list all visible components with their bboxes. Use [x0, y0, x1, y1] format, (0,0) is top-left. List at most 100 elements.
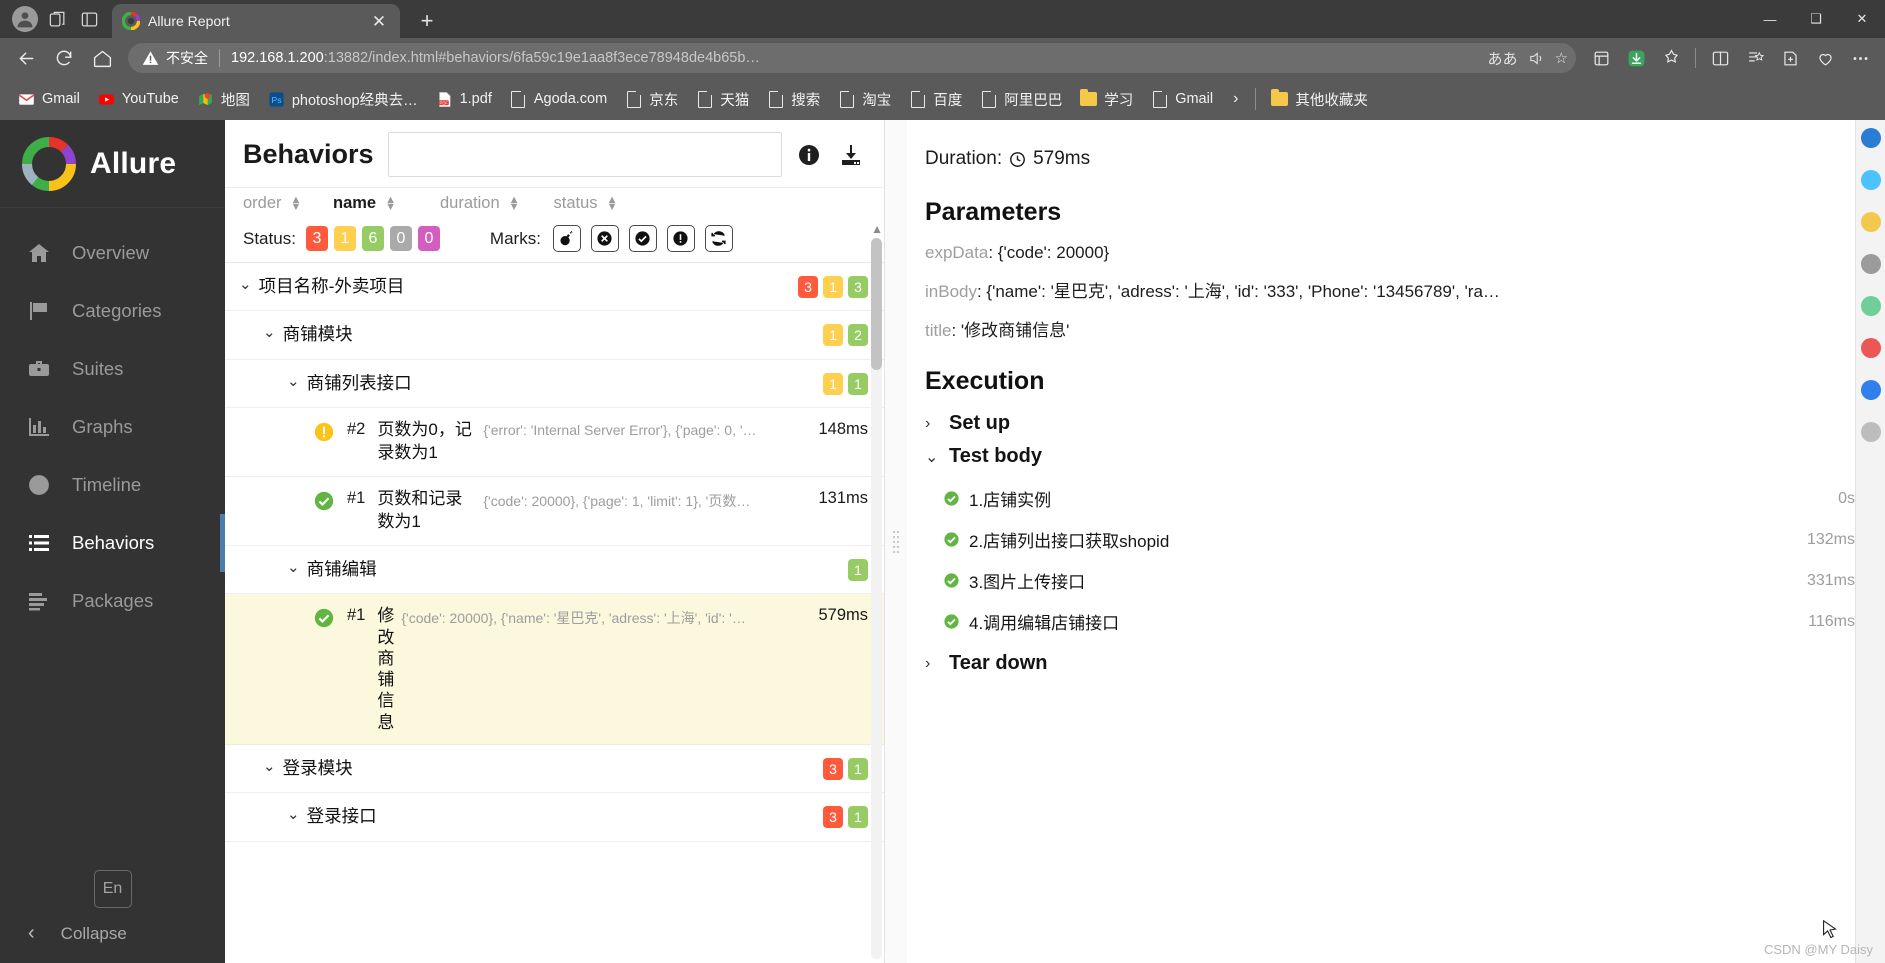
bookmark-item[interactable]: 地图 [189, 85, 258, 114]
sidebar-item-suites[interactable]: Suites [0, 340, 225, 398]
bookmark-item[interactable]: 阿里巴巴 [972, 85, 1070, 114]
collapse-button[interactable]: ‹ Collapse [0, 922, 225, 945]
home-icon[interactable] [84, 42, 120, 74]
extensions-icon[interactable] [1654, 42, 1688, 74]
edge-office-icon[interactable] [1860, 338, 1881, 358]
status-pill-skipped[interactable]: 0 [389, 226, 412, 251]
edge-shopping-icon[interactable] [1860, 212, 1881, 232]
new-tab-button[interactable]: + [414, 8, 440, 34]
bookmark-item[interactable]: 天猫 [688, 85, 757, 114]
split-pane-icon[interactable] [76, 6, 102, 32]
bookmark-item[interactable]: Gmail [10, 87, 88, 112]
bookmark-item[interactable]: 百度 [901, 85, 970, 114]
edge-games-icon[interactable] [1860, 296, 1881, 316]
favorites-icon[interactable] [1738, 42, 1772, 74]
failed-x-icon[interactable] [590, 225, 619, 252]
status-pill-failed[interactable]: 3 [305, 226, 328, 251]
retry-icon[interactable] [704, 225, 733, 252]
back-icon[interactable] [8, 42, 44, 74]
section-setup[interactable]: › Set up [925, 412, 1855, 435]
scrollbar-thumb[interactable] [871, 238, 882, 370]
edge-search-icon[interactable] [1860, 170, 1881, 190]
download-icon[interactable] [838, 142, 864, 168]
test-row[interactable]: #2 页数为0，记录数为1 {'error': 'Internal Server… [225, 408, 884, 477]
flaky-bomb-icon[interactable] [552, 225, 581, 252]
bookmark-item[interactable]: Ps photoshop经典去… [260, 85, 426, 114]
split-screen-icon[interactable] [1703, 42, 1737, 74]
tree-node-project[interactable]: ⌄ 项目名称-外卖项目 3 1 3 [225, 263, 884, 312]
chevron-down-icon[interactable]: ⌄ [263, 756, 276, 779]
chevron-down-icon[interactable]: ⌄ [287, 371, 300, 394]
bookmarks-overflow-icon[interactable]: › [1223, 90, 1248, 108]
collections-icon[interactable] [1584, 42, 1618, 74]
browser-tab[interactable]: Allure Report ✕ [112, 4, 400, 38]
tab-close-icon[interactable]: ✕ [368, 13, 390, 30]
tree-node-feature[interactable]: ⌄ 登录接口 3 1 [225, 793, 884, 842]
sort-duration[interactable]: duration ▲ ▼ [440, 194, 520, 213]
status-pill-broken[interactable]: 1 [333, 226, 356, 251]
other-favorites-item[interactable]: 其他收藏夹 [1263, 85, 1376, 114]
behaviors-scrollbar[interactable] [871, 238, 882, 959]
sort-status[interactable]: status ▲ ▼ [554, 194, 618, 213]
chevron-down-icon[interactable]: ⌄ [287, 804, 300, 827]
sidebar-item-packages[interactable]: Packages [0, 572, 225, 630]
sidebar-item-overview[interactable]: Overview [0, 224, 225, 282]
close-window-button[interactable]: ✕ [1839, 0, 1885, 38]
add-favorite-icon[interactable] [1773, 42, 1807, 74]
translate-icon[interactable]: ああ [1488, 48, 1518, 69]
bookmark-item[interactable]: Agoda.com [502, 87, 615, 112]
edge-add-icon[interactable] [1860, 422, 1881, 442]
test-row-selected[interactable]: #1 修改商铺信息 {'code': 20000}, {'name': '星巴克… [225, 594, 884, 745]
language-toggle[interactable]: En [93, 870, 132, 908]
browser-essentials-icon[interactable] [1808, 42, 1842, 74]
broken-exclaim-icon[interactable] [666, 225, 695, 252]
chevron-down-icon[interactable]: ⌄ [239, 274, 252, 297]
maximize-button[interactable]: ❑ [1793, 0, 1839, 38]
status-pill-passed[interactable]: 6 [361, 226, 384, 251]
security-indicator[interactable]: 不安全 [142, 48, 208, 68]
passed-check-icon[interactable] [628, 225, 657, 252]
bookmark-item[interactable]: 京东 [617, 85, 686, 114]
tree-node-feature[interactable]: ⌄ 商铺编辑 1 [225, 546, 884, 595]
status-pill-unknown[interactable]: 0 [417, 226, 440, 251]
settings-more-icon[interactable] [1843, 42, 1877, 74]
bookmark-item[interactable]: 淘宝 [830, 85, 899, 114]
search-input[interactable] [387, 132, 782, 177]
profile-avatar[interactable] [12, 6, 38, 32]
sidebar-item-timeline[interactable]: Timeline [0, 456, 225, 514]
tab-search-icon[interactable] [44, 6, 70, 32]
edge-copilot-icon[interactable] [1860, 128, 1881, 148]
bookmark-item[interactable]: 学习 [1072, 85, 1141, 114]
chevron-down-icon[interactable]: ⌄ [263, 322, 276, 345]
step-row[interactable]: 1.店铺实例 0s [925, 478, 1855, 519]
downloads-icon[interactable] [1619, 42, 1653, 74]
step-row[interactable]: 4.调用编辑店铺接口 116ms [925, 601, 1855, 642]
tree-node-feature[interactable]: ⌄ 商铺列表接口 1 1 [225, 360, 884, 409]
sidebar-item-categories[interactable]: Categories [0, 282, 225, 340]
panel-splitter[interactable] [885, 120, 907, 963]
tree-node-module[interactable]: ⌄ 登录模块 3 1 [225, 745, 884, 794]
url-text[interactable]: 192.168.1.200:13882/index.html#behaviors… [231, 50, 1482, 66]
bookmark-item[interactable]: Gmail [1143, 87, 1221, 112]
step-row[interactable]: 3.图片上传接口 331ms [925, 560, 1855, 601]
section-test-body[interactable]: ⌄ Test body [925, 445, 1855, 468]
info-icon[interactable] [796, 142, 822, 168]
bookmark-item[interactable]: YouTube [90, 87, 187, 112]
sidebar-item-graphs[interactable]: Graphs [0, 398, 225, 456]
read-aloud-icon[interactable] [1528, 50, 1545, 67]
minimize-button[interactable]: — [1747, 0, 1793, 38]
bookmark-item[interactable]: 搜索 [759, 85, 828, 114]
edge-outlook-icon[interactable] [1860, 380, 1881, 400]
step-row[interactable]: 2.店铺列出接口获取shopid 132ms [925, 519, 1855, 560]
sort-order[interactable]: order ▲ ▼ [243, 194, 301, 213]
edge-tools-icon[interactable] [1860, 254, 1881, 274]
sort-name[interactable]: name ▲ ▼ [333, 194, 396, 213]
test-row[interactable]: #1 页数和记录数为1 {'code': 20000}, {'page': 1,… [225, 477, 884, 546]
tree-node-module[interactable]: ⌄ 商铺模块 1 2 [225, 311, 884, 360]
scroll-up-arrow-icon[interactable]: ▲ [871, 222, 883, 236]
chevron-down-icon[interactable]: ⌄ [287, 557, 300, 580]
reload-icon[interactable] [46, 42, 82, 74]
bookmark-item[interactable]: PDF 1.pdf [428, 87, 500, 112]
add-favorite-star-icon[interactable]: ☆ [1555, 49, 1568, 67]
section-tear-down[interactable]: › Tear down [925, 652, 1855, 675]
